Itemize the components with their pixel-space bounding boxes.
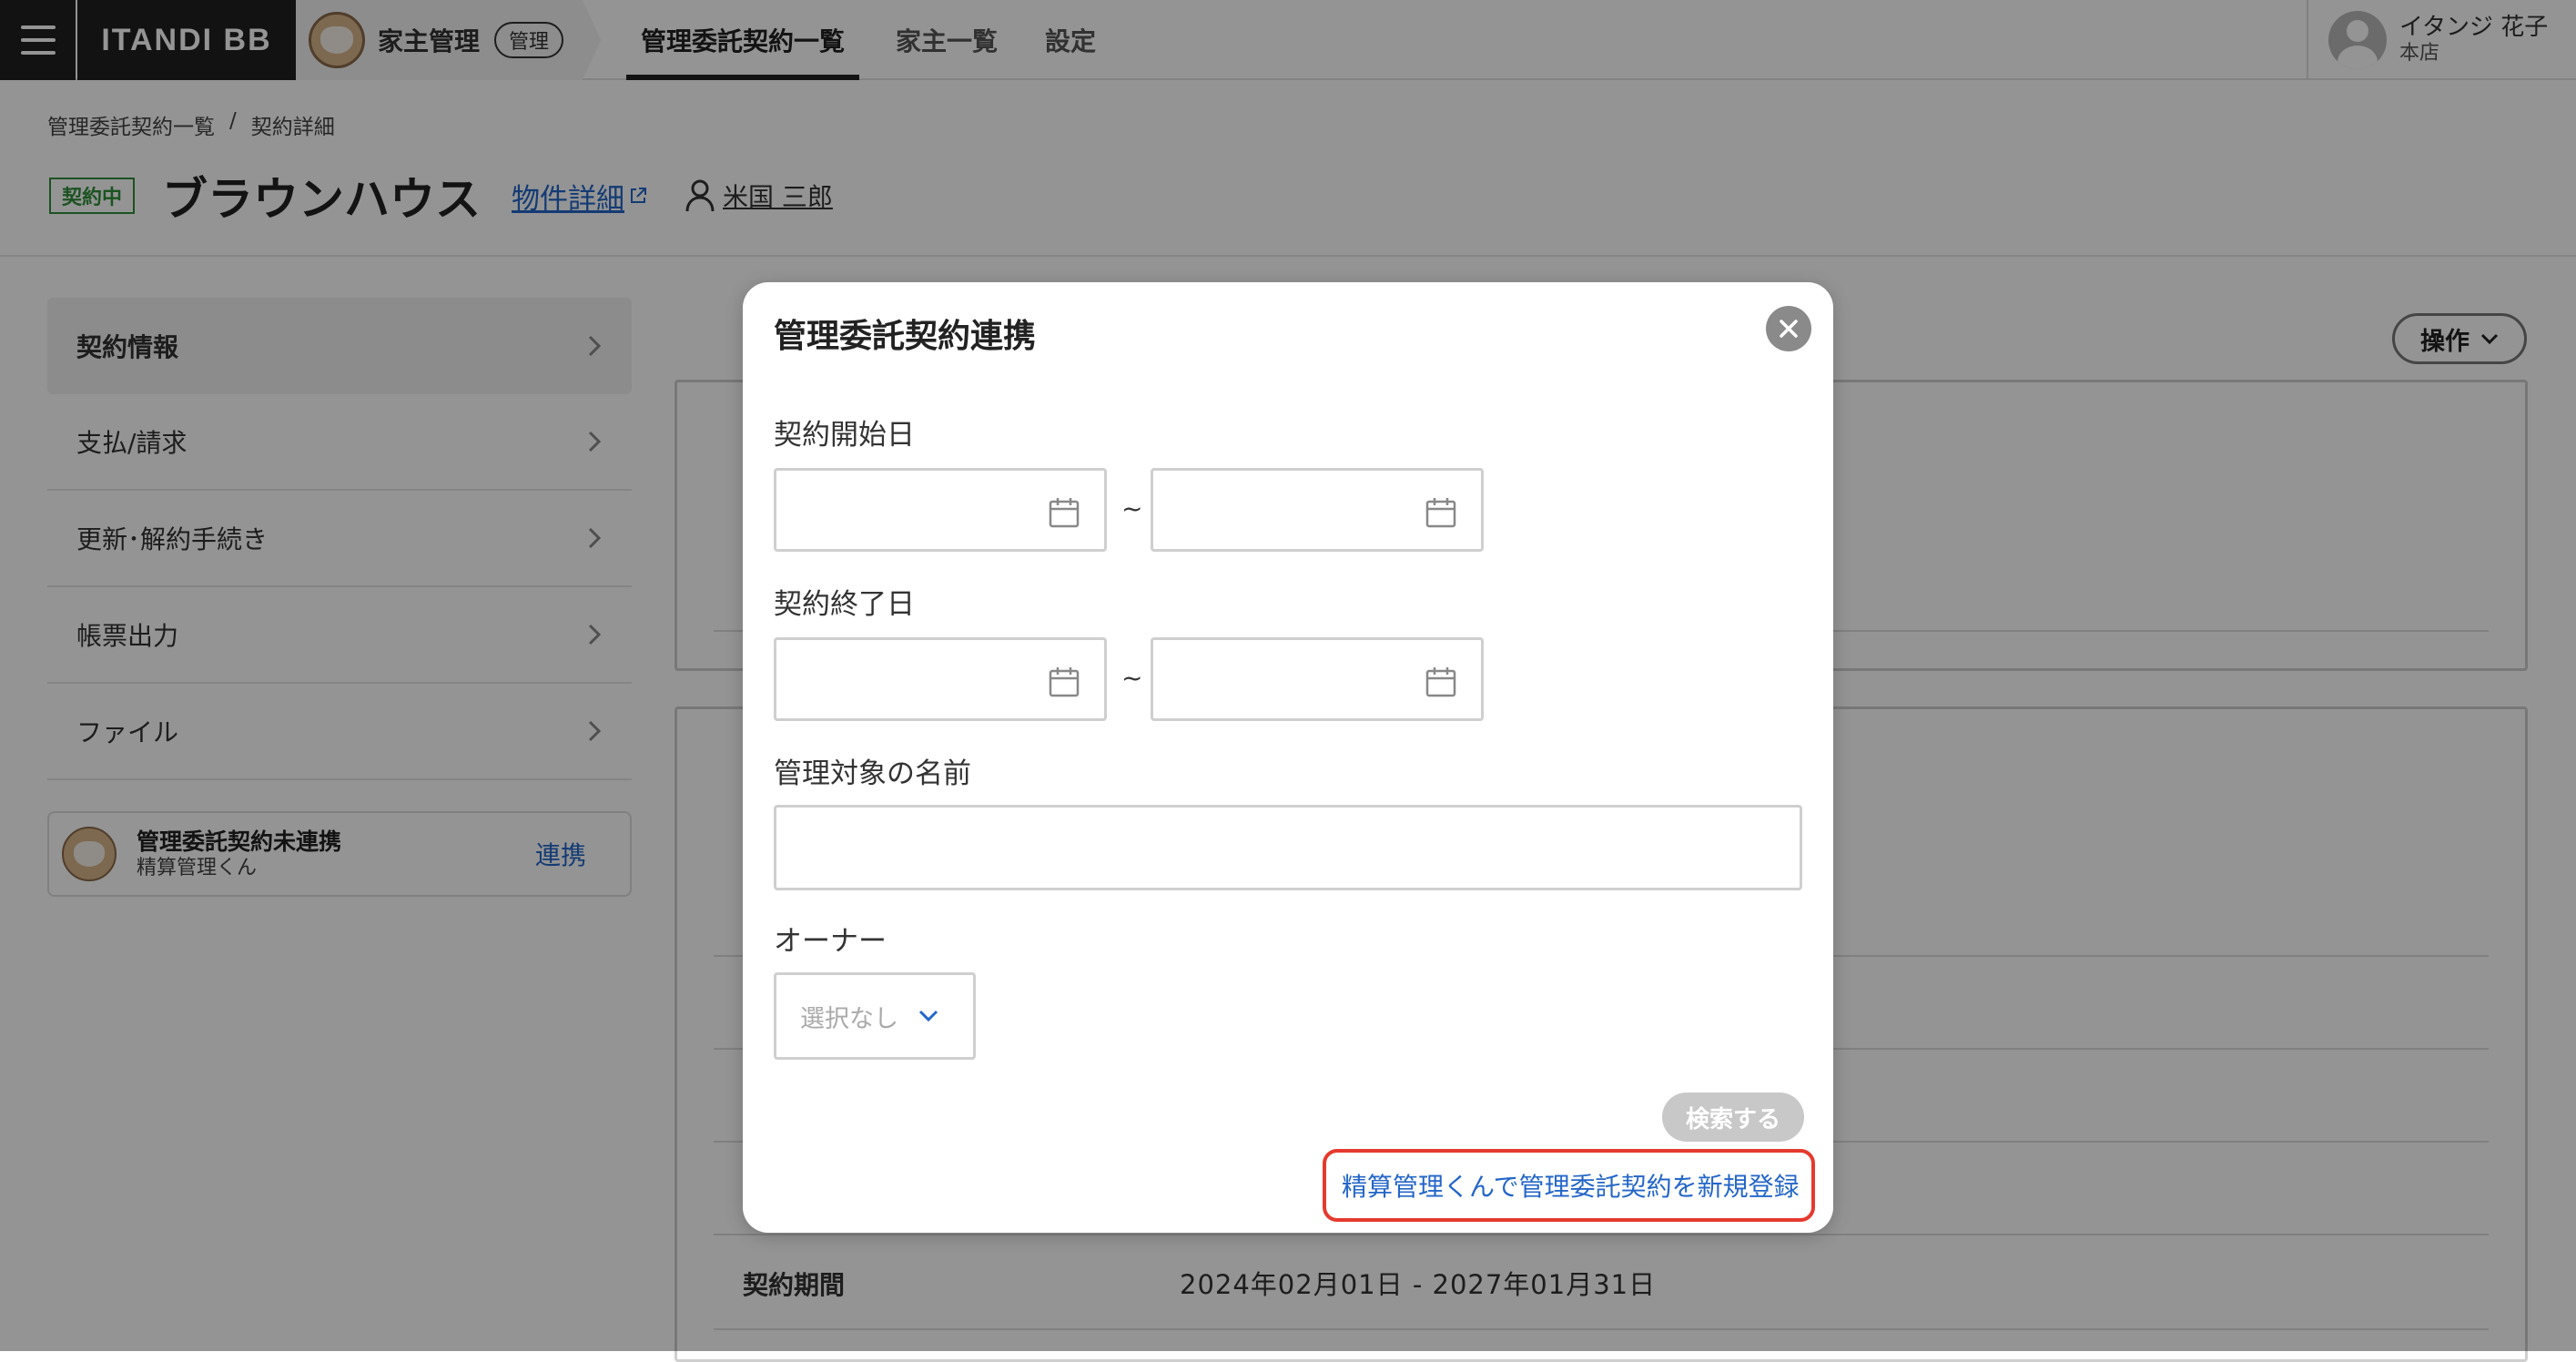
start-date-label: 契約開始日 bbox=[774, 419, 915, 452]
calendar-icon bbox=[1049, 498, 1080, 528]
end-date-from-input[interactable] bbox=[774, 637, 1107, 721]
end-date-to-input[interactable] bbox=[1151, 637, 1484, 721]
close-button[interactable] bbox=[1766, 306, 1811, 351]
calendar-icon bbox=[1049, 667, 1080, 697]
target-name-input[interactable] bbox=[774, 805, 1802, 890]
start-date-from-input[interactable] bbox=[774, 468, 1107, 552]
close-icon bbox=[1780, 320, 1798, 338]
start-date-to-input[interactable] bbox=[1151, 468, 1484, 552]
chevron-down-icon bbox=[918, 1010, 938, 1022]
end-date-label: 契約終了日 bbox=[774, 588, 915, 621]
calendar-icon bbox=[1425, 667, 1456, 697]
calendar-icon bbox=[1425, 498, 1456, 528]
owner-label: オーナー bbox=[774, 925, 887, 958]
range-separator: ~ bbox=[1121, 493, 1143, 523]
range-separator: ~ bbox=[1121, 663, 1143, 693]
modal-title: 管理委託契約連携 bbox=[774, 318, 1037, 355]
target-name-label: 管理対象の名前 bbox=[774, 757, 971, 790]
search-button[interactable]: 検索する bbox=[1662, 1093, 1804, 1142]
owner-select[interactable]: 選択なし bbox=[774, 972, 976, 1060]
contract-link-modal: 管理委託契約連携 契約開始日 ~ 契約終了日 ~ 管理対象の名前 オーナー 選択… bbox=[743, 282, 1833, 1233]
owner-select-value: 選択なし bbox=[800, 1004, 898, 1033]
register-new-contract-link[interactable]: 精算管理くんで管理委託契約を新規登録 bbox=[1342, 1167, 1800, 1204]
